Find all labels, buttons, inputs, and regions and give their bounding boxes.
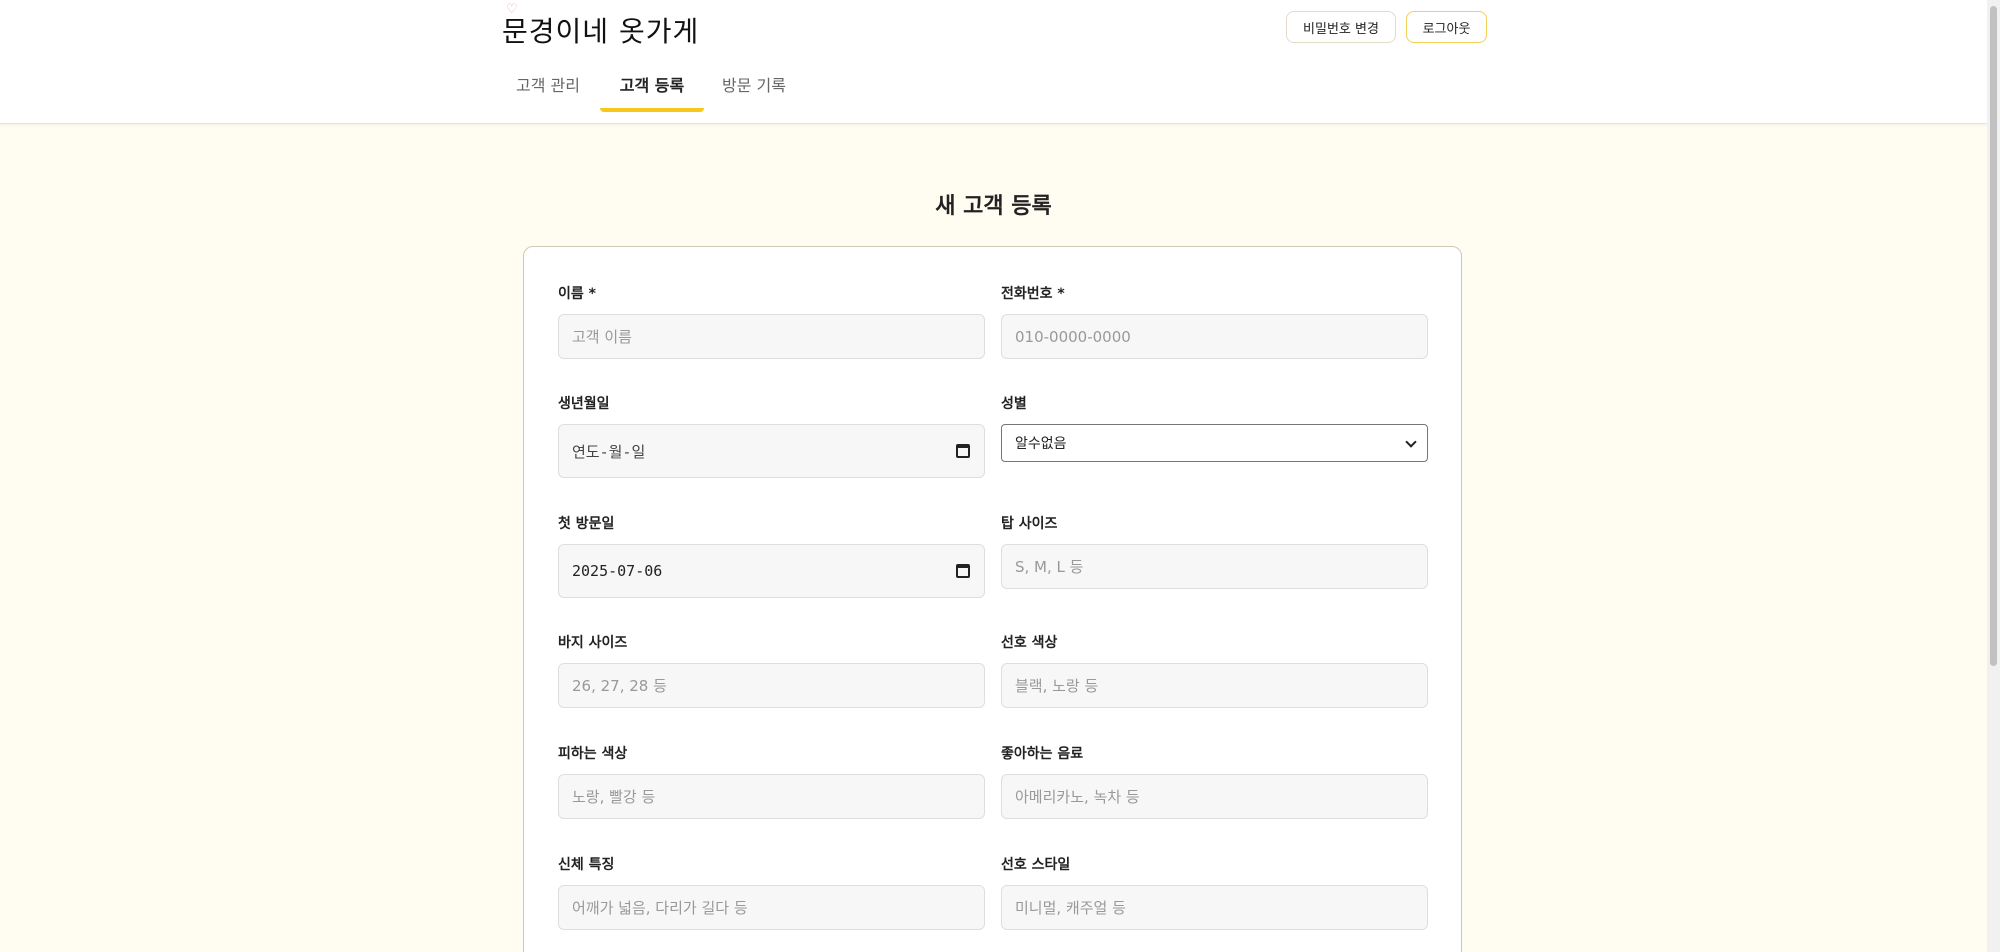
logout-button[interactable]: 로그아웃: [1406, 11, 1487, 43]
first-visit-input[interactable]: 2025-07-06: [558, 544, 985, 598]
change-password-button[interactable]: 비밀번호 변경: [1286, 11, 1396, 43]
favorite-drink-input[interactable]: 아메리카노, 녹차 등: [1001, 774, 1428, 819]
gender-label: 성별: [1001, 396, 1027, 412]
logo-text: 문경이네 옷가게: [502, 15, 700, 48]
top-header: ♡ 문경이네 옷가게 비밀번호 변경 로그아웃 고객 관리 고객 등록 방문 기…: [0, 0, 1987, 124]
name-label: 이름 *: [558, 286, 596, 302]
calendar-icon[interactable]: [956, 444, 970, 458]
body-features-input[interactable]: 어깨가 넓음, 다리가 길다 등: [558, 885, 985, 930]
birthdate-value: 연도-월-일: [572, 442, 646, 461]
name-input[interactable]: 고객 이름: [558, 314, 985, 359]
birthdate-label: 생년월일: [558, 396, 610, 412]
top-size-input[interactable]: S, M, L 등: [1001, 544, 1428, 589]
preferred-color-input[interactable]: 블랙, 노랑 등: [1001, 663, 1428, 708]
first-visit-label: 첫 방문일: [558, 516, 615, 532]
avoided-color-input[interactable]: 노랑, 빨강 등: [558, 774, 985, 819]
tab-visit-history[interactable]: 방문 기록: [712, 72, 796, 112]
pants-size-input[interactable]: 26, 27, 28 등: [558, 663, 985, 708]
scrollbar-thumb[interactable]: [1990, 6, 1997, 666]
first-visit-value: 2025-07-06: [572, 562, 663, 580]
chevron-down-icon: [1405, 436, 1417, 448]
registration-form-card: 이름 * 고객 이름 전화번호 * 010-0000-0000 생년월일 연도-…: [523, 246, 1462, 952]
pants-size-label: 바지 사이즈: [558, 635, 628, 651]
active-tab-indicator: [600, 108, 704, 112]
top-size-label: 탑 사이즈: [1001, 516, 1058, 532]
calendar-icon[interactable]: [956, 564, 970, 578]
tab-customer-management[interactable]: 고객 관리: [504, 72, 592, 112]
page-title: 새 고객 등록: [935, 194, 1052, 219]
preferred-style-input[interactable]: 미니멀, 캐주얼 등: [1001, 885, 1428, 930]
heart-icon: ♡: [506, 2, 519, 17]
preferred-style-label: 선호 스타일: [1001, 857, 1071, 873]
avoided-color-label: 피하는 색상: [558, 746, 628, 762]
shop-logo[interactable]: ♡ 문경이네 옷가게: [502, 2, 700, 50]
gender-select[interactable]: 알수없음: [1001, 424, 1428, 462]
birthdate-input[interactable]: 연도-월-일: [558, 424, 985, 478]
page-scrollbar[interactable]: [1987, 0, 2000, 952]
body-features-label: 신체 특징: [558, 857, 615, 873]
favorite-drink-label: 좋아하는 음료: [1001, 746, 1084, 762]
gender-selected-value: 알수없음: [1015, 436, 1067, 452]
phone-label: 전화번호 *: [1001, 286, 1065, 302]
tab-customer-registration[interactable]: 고객 등록: [600, 72, 704, 112]
phone-input[interactable]: 010-0000-0000: [1001, 314, 1428, 359]
preferred-color-label: 선호 색상: [1001, 635, 1058, 651]
